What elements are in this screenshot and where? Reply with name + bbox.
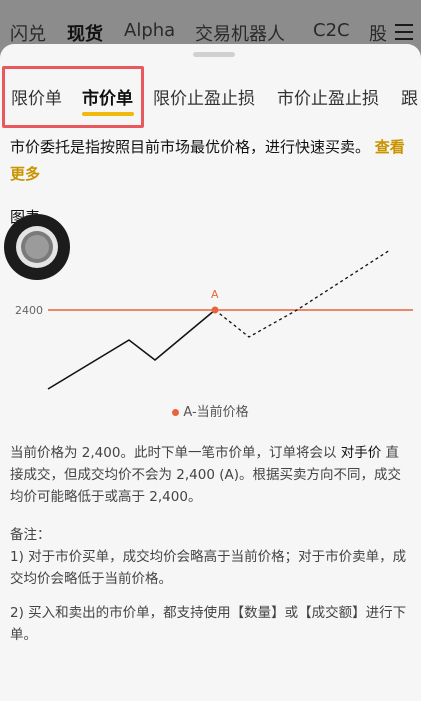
nav-item-flash-swap[interactable]: 闪兑 <box>10 20 46 46</box>
legend-label: A-当前价格 <box>183 405 249 420</box>
notes-title: 备注： <box>10 527 51 543</box>
market-order-description: 市价委托是指按照目前市场最优价格，进行快速买卖。 查看更多 <box>10 134 412 188</box>
price-projection-line <box>214 249 391 338</box>
nav-item-spot[interactable]: 现货 <box>67 20 103 46</box>
explanation-paragraph: 当前价格为 2,400。此时下单一笔市价单，订单将会以 对手价 直接成交，但成交… <box>10 442 412 508</box>
nav-item-stocks[interactable]: 股 <box>369 20 387 46</box>
nav-item-alpha[interactable]: Alpha <box>124 20 175 41</box>
note-2: 2) 买入和卖出的市价单，都支持使用【数量】或【成交额】进行下单。 <box>10 605 407 643</box>
hamburger-menu-icon[interactable] <box>395 24 413 40</box>
nav-item-c2c[interactable]: C2C <box>313 20 350 41</box>
marker-label-a: A <box>211 288 219 301</box>
nav-item-trading-bots[interactable]: 交易机器人 <box>195 20 285 46</box>
y-axis-label-2400: 2400 <box>15 304 43 317</box>
counterparty-price-term: 对手价 <box>340 445 382 461</box>
price-history-line <box>47 309 216 390</box>
legend-dot-icon <box>172 409 180 416</box>
tab-follow[interactable]: 跟 <box>401 84 418 109</box>
current-price-marker <box>211 306 219 314</box>
floating-assistant-icon[interactable] <box>4 214 70 280</box>
sheet-drag-handle[interactable] <box>193 52 235 57</box>
tab-stop-market[interactable]: 市价止盈止损 <box>277 84 379 109</box>
explanation-text-1: 当前价格为 2,400。此时下单一笔市价单，订单将会以 <box>10 445 341 461</box>
chart-legend: A-当前价格 <box>0 401 421 420</box>
description-text: 市价委托是指按照目前市场最优价格，进行快速买卖。 <box>10 138 371 156</box>
note-1: 1) 对于市价买单，成交均价会略高于当前价格；对于市价卖单，成交均价会略低于当前… <box>10 549 407 587</box>
highlight-annotation-box <box>2 66 144 128</box>
tab-stop-limit[interactable]: 限价止盈止损 <box>153 84 255 109</box>
order-type-info-sheet: 限价单 市价单 限价止盈止损 市价止盈止损 跟 市价委托是指按照目前市场最优价格… <box>0 44 421 701</box>
